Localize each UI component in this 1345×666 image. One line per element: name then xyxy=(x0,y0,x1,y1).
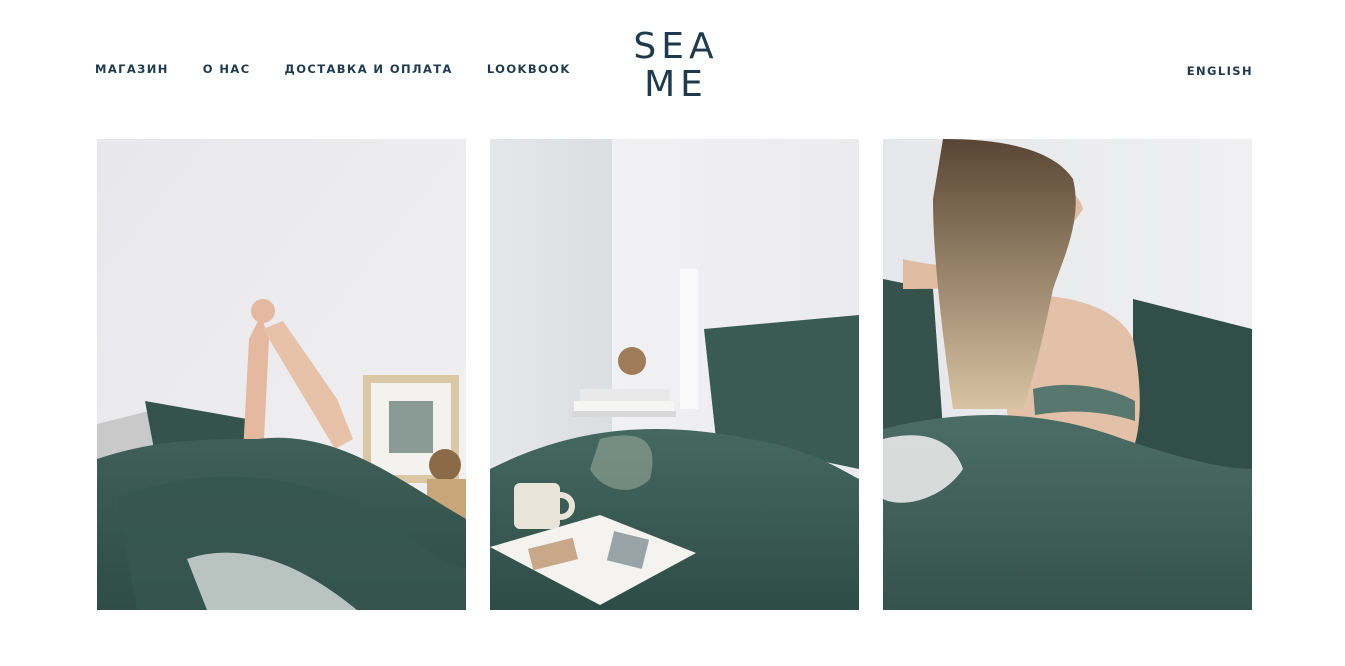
woman-sitting-in-bed-photo xyxy=(883,139,1252,610)
page: МАГАЗИН О НАС ДОСТАВКА И ОПЛАТА LOOKBOOK… xyxy=(0,0,1345,666)
gallery-photo-2[interactable] xyxy=(490,139,859,610)
logo-line-1: SEA xyxy=(633,26,719,67)
logo-line-2: ME xyxy=(644,64,708,105)
nav-link-lookbook[interactable]: LOOKBOOK xyxy=(487,62,571,76)
gallery-photo-1[interactable] xyxy=(97,139,466,610)
arms-raised-in-bed-photo xyxy=(97,139,466,610)
nav-link-shop[interactable]: МАГАЗИН xyxy=(95,62,169,76)
gallery-photo-3[interactable] xyxy=(883,139,1252,610)
main-nav: МАГАЗИН О НАС ДОСТАВКА И ОПЛАТА LOOKBOOK xyxy=(95,62,605,76)
nav-link-about[interactable]: О НАС xyxy=(203,62,251,76)
logo[interactable]: SEA ME xyxy=(633,28,719,104)
nav-link-delivery-payment[interactable]: ДОСТАВКА И ОПЛАТА xyxy=(285,62,453,76)
bed-with-coffee-and-magazine-photo xyxy=(490,139,859,610)
language-switch: ENGLISH xyxy=(1187,62,1253,80)
lookbook-gallery xyxy=(97,139,1252,610)
language-link-english[interactable]: ENGLISH xyxy=(1187,64,1253,78)
